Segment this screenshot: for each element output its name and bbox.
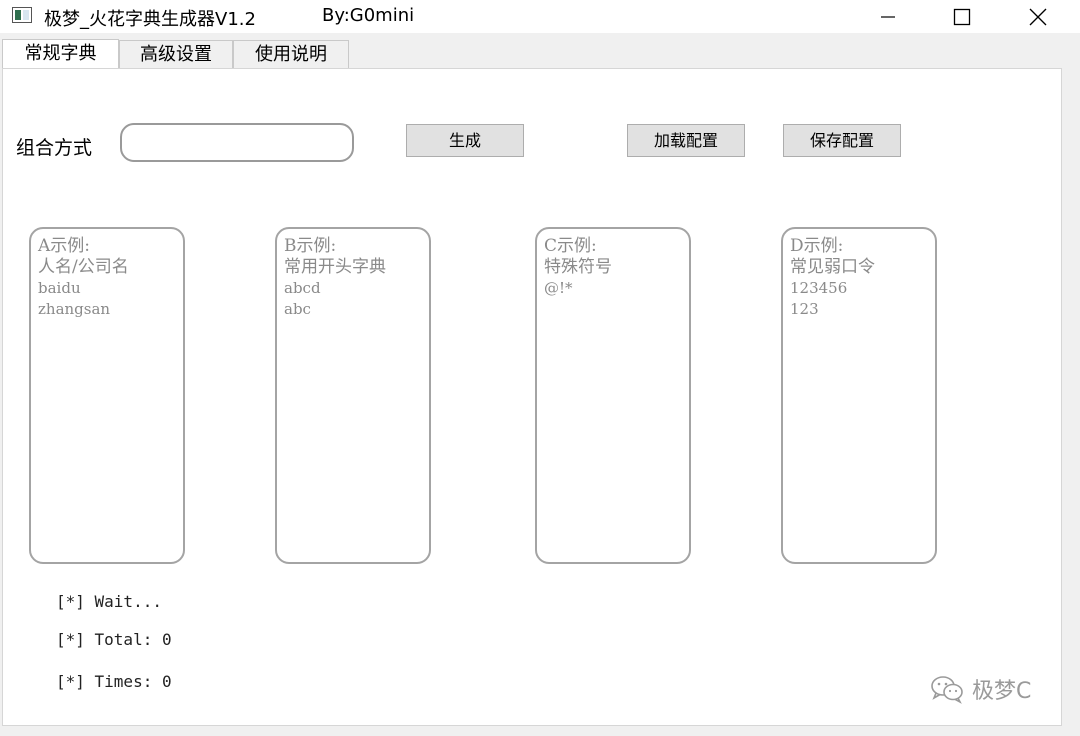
box-a-line: baidu	[38, 279, 81, 297]
box-b-line: 常用开头字典	[284, 257, 386, 277]
app-icon	[12, 7, 32, 23]
minimize-button[interactable]	[858, 0, 918, 33]
status-wait: [*] Wait...	[56, 592, 162, 611]
box-a-line: A示例:	[38, 236, 91, 256]
box-c-line: @!*	[544, 279, 573, 297]
status-total: [*] Total: 0	[56, 630, 172, 649]
watermark: 极梦C	[930, 672, 1031, 706]
tab-general-dictionary[interactable]: 常规字典	[2, 39, 119, 69]
box-c-line: C示例:	[544, 236, 597, 256]
combo-label: 组合方式	[16, 137, 93, 159]
tab-advanced-settings[interactable]: 高级设置	[119, 40, 233, 68]
box-d-line: 123456	[790, 279, 848, 297]
status-times: [*] Times: 0	[56, 672, 172, 691]
minimize-icon	[881, 15, 895, 18]
box-b-line: abc	[284, 300, 311, 318]
box-d-line: D示例:	[790, 236, 844, 256]
tab-usage-instructions[interactable]: 使用说明	[233, 40, 349, 68]
box-d-line: 常见弱口令	[790, 257, 875, 277]
dictionary-b-textarea[interactable]: B示例: 常用开头字典 abcd abc	[275, 227, 431, 564]
wechat-icon	[931, 676, 963, 704]
save-config-button[interactable]: 保存配置	[783, 124, 901, 157]
close-icon	[1029, 8, 1047, 25]
maximize-icon	[953, 8, 971, 25]
generate-button[interactable]: 生成	[406, 124, 524, 157]
load-config-button[interactable]: 加载配置	[627, 124, 745, 157]
box-d-line: 123	[790, 300, 819, 318]
dictionary-c-textarea[interactable]: C示例: 特殊符号 @!*	[535, 227, 691, 564]
box-a-line: zhangsan	[38, 300, 111, 318]
window-title: 极梦_火花字典生成器V1.2	[44, 9, 256, 30]
title-bar: 极梦_火花字典生成器V1.2 By:G0mini	[0, 0, 1080, 33]
combo-input[interactable]	[120, 123, 354, 162]
box-b-line: abcd	[284, 279, 321, 297]
dictionary-d-textarea[interactable]: D示例: 常见弱口令 123456 123	[781, 227, 937, 564]
dictionary-a-textarea[interactable]: A示例: 人名/公司名 baidu zhangsan	[29, 227, 185, 564]
box-c-line: 特殊符号	[544, 257, 612, 277]
box-b-line: B示例:	[284, 236, 337, 256]
maximize-button[interactable]	[932, 0, 992, 33]
watermark-text: 极梦C	[972, 679, 1032, 704]
window-author: By:G0mini	[322, 5, 415, 26]
close-button[interactable]	[1008, 0, 1068, 33]
box-a-line: 人名/公司名	[38, 257, 129, 277]
